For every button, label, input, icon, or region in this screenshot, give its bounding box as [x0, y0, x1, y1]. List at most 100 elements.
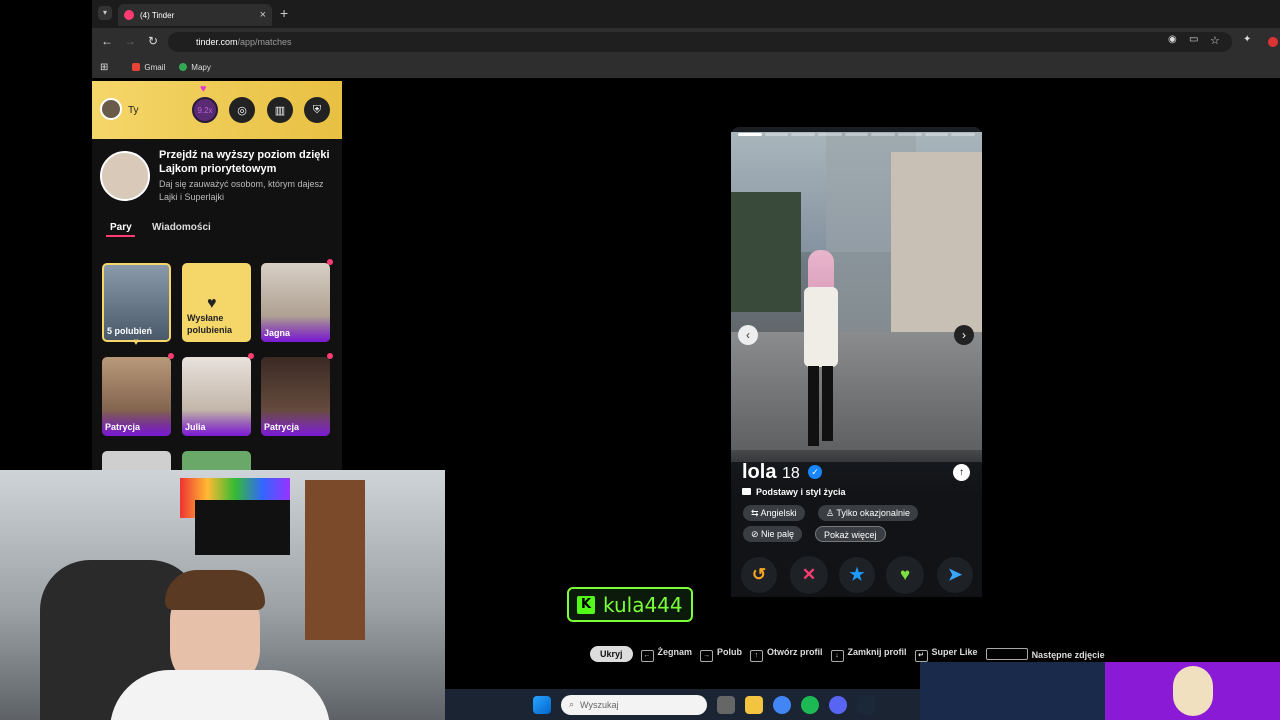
close-tab-icon[interactable]: ×	[260, 9, 266, 21]
shortcut-nope: ← Żegnam	[640, 646, 693, 662]
shortcut-next-photo: Następne zdjęcie	[985, 648, 1105, 660]
show-more-button[interactable]: Pokaż więcej	[815, 526, 886, 542]
taskbar-search[interactable]: ⌕ Wyszukaj	[561, 694, 707, 715]
previous-photo-button[interactable]: ‹	[738, 325, 758, 345]
open-profile-arrow-icon[interactable]: ↑	[953, 464, 970, 481]
new-match-dot	[168, 353, 174, 359]
webcam-feed	[0, 470, 445, 720]
chip-smoking-label: Nie palę	[761, 529, 795, 539]
chrome-icon[interactable]	[773, 695, 791, 714]
next-photo-button[interactable]: ›	[954, 325, 974, 345]
my-avatar[interactable]	[100, 98, 122, 120]
match-name: Jagna	[264, 328, 291, 338]
url-path: /app/matches	[237, 37, 292, 47]
browser-tab[interactable]: (4) Tinder ×	[118, 4, 272, 26]
profile-name-line[interactable]: lola 18	[742, 461, 800, 484]
photo-progress-segment	[764, 133, 789, 136]
shortcut-nope-label: Żegnam	[657, 646, 693, 657]
language-icon: ⇆	[751, 508, 761, 518]
nope-x-icon[interactable]: ✕	[790, 556, 828, 594]
like-heart-icon[interactable]: ♥	[886, 556, 924, 594]
likes-you-card[interactable]: 5 polubień	[102, 263, 171, 342]
tab-title: (4) Tinder	[140, 10, 175, 20]
shortcut-like-label: Polub	[717, 646, 743, 657]
verified-badge-icon: ✓	[808, 465, 822, 479]
windows-start-icon[interactable]	[533, 695, 551, 714]
tab-messages[interactable]: Wiadomości	[152, 222, 211, 233]
safety-shield-icon[interactable]: ⛨	[304, 97, 330, 123]
shortcut-like: → Polub	[700, 647, 742, 662]
task-view-icon[interactable]	[717, 695, 735, 714]
sponsor-banner	[1105, 662, 1280, 720]
my-profile-label[interactable]: Ty	[128, 105, 139, 116]
boost-heart-icon: ♥	[200, 83, 207, 95]
bookmark-maps-label: Mapy	[191, 62, 211, 72]
windows-taskbar: ⌕ Wyszukaj	[445, 689, 920, 720]
chip-language: ⇆ Angielski	[743, 505, 805, 521]
photo-progress-segment	[738, 133, 762, 136]
chip-language-label: Angielski	[760, 508, 797, 518]
search-icon: ⌕	[569, 699, 575, 709]
photo-progress-segment	[871, 133, 895, 136]
photo-progress-segment	[924, 133, 949, 136]
bookmark-star-icon[interactable]: ☆	[1210, 34, 1220, 47]
profile-name: lola	[742, 461, 777, 483]
super-like-star-icon[interactable]: ★	[839, 557, 875, 593]
photo-person-dress	[804, 287, 838, 367]
shortcut-open-label: Otwórz profil	[767, 646, 823, 657]
tab-matches[interactable]: Pary	[110, 222, 132, 233]
reload-icon[interactable]: ↻	[148, 34, 158, 48]
match-card[interactable]: Julia	[182, 357, 251, 436]
forward-icon[interactable]: →	[124, 34, 136, 48]
photo-trees	[731, 192, 801, 312]
new-match-dot	[248, 353, 254, 359]
extension-icon[interactable]: ✦	[1243, 34, 1251, 45]
boost-label: 9.2x	[197, 105, 213, 115]
back-icon[interactable]: ←	[101, 34, 113, 48]
match-card[interactable]: Jagna	[261, 263, 330, 342]
basics-section: Podstawy i styl życia	[742, 487, 846, 497]
match-card-partial[interactable]	[182, 451, 251, 470]
webcam-door	[305, 480, 365, 640]
chip-smoking: ⊘ Nie palę	[743, 526, 803, 542]
maps-pin-icon	[179, 62, 188, 71]
steam-icon[interactable]	[857, 695, 875, 714]
briefcase-icon[interactable]: ▥	[267, 97, 293, 123]
promo-avatar	[100, 151, 150, 201]
kick-username-overlay: K kula444	[567, 587, 693, 622]
profile-avatar-icon[interactable]	[1268, 37, 1278, 47]
discord-icon[interactable]	[829, 695, 847, 714]
explore-compass-icon[interactable]: ◎	[229, 97, 255, 123]
gold-heart-icon: ♥	[133, 337, 139, 348]
hide-shortcuts-button[interactable]: Ukryj	[590, 646, 633, 662]
photo-progress-segment	[898, 133, 922, 136]
match-card-partial[interactable]	[102, 451, 171, 470]
install-app-icon[interactable]: ▭	[1189, 34, 1198, 45]
match-card[interactable]: Patrycja	[261, 357, 330, 436]
boost-send-icon[interactable]: ➤	[937, 557, 973, 593]
new-tab-icon[interactable]: +	[280, 5, 288, 21]
rewind-icon[interactable]: ↺	[741, 557, 777, 593]
spotify-icon[interactable]	[801, 695, 819, 714]
shortcut-next-photo-label: Następne zdjęcie	[1031, 650, 1105, 660]
boost-button[interactable]: 9.2x	[192, 97, 218, 123]
match-name: Julia	[185, 422, 206, 432]
kick-logo-icon: K	[577, 595, 595, 614]
bookmark-maps[interactable]: Mapy	[179, 62, 211, 72]
sent-heart-icon: ♥	[207, 295, 217, 312]
tag-icon	[742, 488, 751, 495]
promo-title[interactable]: Przejdź na wyższy poziom dzięki Lajkom p…	[159, 148, 339, 176]
apps-grid-icon[interactable]: ⊞	[100, 62, 108, 73]
match-card[interactable]: Patrycja	[102, 357, 171, 436]
location-icon[interactable]: ◉	[1168, 34, 1177, 45]
match-name: Patrycja	[105, 422, 141, 432]
sent-likes-card[interactable]: ♥ Wysłane polubienia	[182, 263, 251, 342]
profile-photo[interactable]	[731, 132, 982, 462]
tab-list-button[interactable]: ▾	[98, 6, 112, 20]
bookmarks-bar: ⊞ Gmail Mapy	[92, 56, 1280, 78]
address-bar[interactable]: tinder.com/app/matches	[168, 32, 1232, 52]
profile-age: 18	[782, 465, 800, 482]
bookmark-gmail[interactable]: Gmail	[132, 62, 165, 72]
file-explorer-icon[interactable]	[745, 695, 763, 714]
photo-progress-segment	[844, 133, 869, 136]
